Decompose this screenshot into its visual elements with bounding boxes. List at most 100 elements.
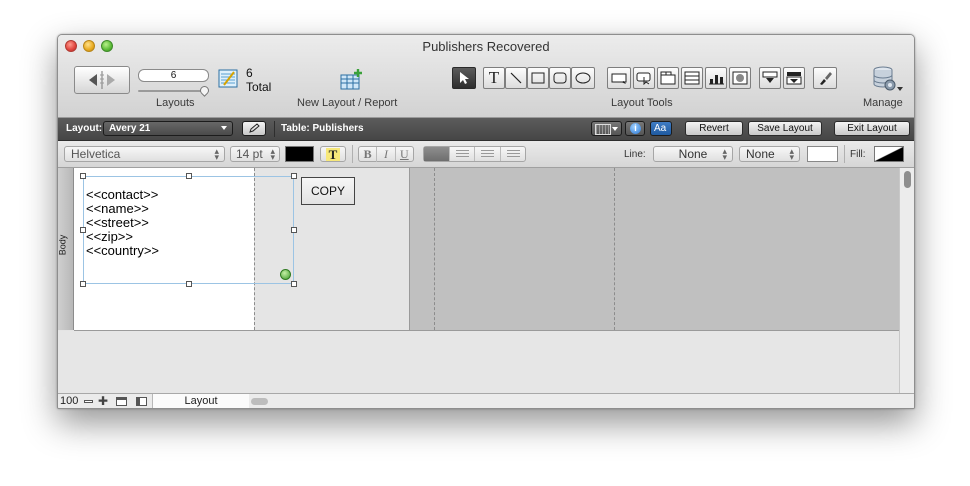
button-tool[interactable]: [633, 67, 655, 89]
selection-handle[interactable]: [186, 173, 192, 179]
sample-data-button[interactable]: Aa: [650, 121, 672, 136]
bold-button[interactable]: B: [359, 147, 376, 162]
field-picker-tool[interactable]: [759, 67, 781, 89]
new-layout-label: New Layout / Report: [297, 97, 398, 109]
tab-control-icon: [660, 71, 676, 85]
toggle-formatting-bar-icon[interactable]: [136, 397, 147, 406]
font-select-value: Helvetica: [71, 147, 121, 161]
web-viewer-icon: [732, 71, 748, 85]
selection-tool[interactable]: [452, 67, 476, 89]
exit-layout-button[interactable]: Exit Layout: [834, 121, 910, 136]
line-tool[interactable]: [505, 67, 527, 89]
web-viewer-tool[interactable]: [729, 67, 751, 89]
tab-control-tool[interactable]: [657, 67, 679, 89]
oval-tool[interactable]: [571, 67, 595, 89]
font-size-select[interactable]: 14 pt ▴ ▾: [230, 146, 280, 162]
rounded-rectangle-tool[interactable]: [549, 67, 571, 89]
rectangle-tool[interactable]: [527, 67, 549, 89]
part-tool[interactable]: [783, 67, 805, 89]
button-icon: [636, 72, 651, 85]
mode-indicator[interactable]: Layout: [152, 394, 250, 408]
text-color-swatch[interactable]: [285, 146, 314, 162]
line-color-swatch[interactable]: [807, 146, 838, 162]
text-tool[interactable]: T: [483, 67, 505, 89]
part-label-body: Body: [57, 234, 68, 256]
toggle-status-toolbar-icon[interactable]: [116, 397, 127, 406]
align-right-button[interactable]: [474, 147, 500, 161]
format-painter-tool[interactable]: [813, 67, 837, 89]
grid-icon: [595, 124, 611, 135]
selection-handle[interactable]: [291, 173, 297, 179]
conditional-formatting-badge-icon[interactable]: [280, 269, 291, 280]
line-width-select[interactable]: None ▴ ▾: [739, 146, 800, 162]
chart-tool[interactable]: [705, 67, 727, 89]
format-bar: Helvetica ▴ ▾ 14 pt ▴ ▾ T B I U Line: None…: [58, 141, 914, 168]
paintbrush-icon: [820, 72, 832, 85]
merge-field-text-block[interactable]: <<contact>> <<name>> <<street>> <<zip>> …: [83, 176, 294, 284]
chart-icon: [709, 75, 724, 85]
layout-select[interactable]: Avery 21: [103, 121, 233, 136]
highlight-color-button[interactable]: T: [320, 146, 346, 162]
updown-chevron-icon: ▴ ▾: [214, 146, 219, 162]
record-slider[interactable]: [138, 90, 209, 92]
layout-tools-label: Layout Tools: [611, 97, 673, 109]
portal-tool[interactable]: [681, 67, 703, 89]
merge-field-country: <<country>>: [86, 243, 159, 258]
selection-handle[interactable]: [291, 281, 297, 287]
field-tool[interactable]: [607, 67, 631, 89]
selection-handle[interactable]: [80, 173, 86, 179]
record-number-input[interactable]: 6: [138, 69, 209, 82]
updown-chevron-icon: ▴ ▾: [789, 146, 794, 162]
underline-button[interactable]: U: [394, 146, 413, 162]
record-total-count: 6: [246, 66, 253, 80]
copy-button-object[interactable]: COPY: [301, 177, 355, 205]
divider: [352, 145, 353, 163]
canvas-below-body: [58, 331, 914, 393]
vertical-scroll-thumb[interactable]: [904, 171, 911, 188]
horizontal-scroll-thumb[interactable]: [251, 398, 268, 405]
line-label: Line:: [624, 149, 646, 160]
merge-field-street: <<street>>: [86, 215, 149, 230]
database-manage-icon: [873, 66, 903, 91]
line-style-value: None: [678, 147, 708, 161]
fill-color-swatch[interactable]: [874, 146, 904, 162]
grid-options-button[interactable]: [591, 121, 622, 136]
zoom-in-icon[interactable]: ✚: [98, 395, 108, 407]
new-layout-button[interactable]: [339, 68, 365, 92]
inspector-button[interactable]: i: [625, 121, 645, 136]
layout-status-bar: Layout: Avery 21 Table: Publishers i Aa …: [58, 118, 914, 141]
filemaker-window: Publishers Recovered 6 6 Total Layouts N…: [57, 34, 915, 409]
layout-canvas-area: Body <<contact>> <<name>> <<street>> <<z…: [58, 168, 914, 393]
title-toolbar: Publishers Recovered 6 6 Total Layouts N…: [58, 35, 914, 118]
layout-nav-book[interactable]: [74, 66, 130, 94]
revert-button[interactable]: Revert: [685, 121, 743, 136]
selection-handle[interactable]: [80, 227, 86, 233]
edit-layout-name-button[interactable]: [242, 121, 266, 136]
record-total-label: Total: [246, 80, 272, 94]
save-layout-button[interactable]: Save Layout: [748, 121, 822, 136]
selection-handle[interactable]: [186, 281, 192, 287]
layout-label: Layout:: [66, 123, 103, 134]
align-center-button[interactable]: [448, 147, 474, 161]
record-slider-thumb[interactable]: [198, 84, 211, 97]
align-justify-button[interactable]: [499, 147, 525, 161]
field-picker-icon: [762, 71, 778, 83]
horizontal-scrollbar[interactable]: [249, 394, 914, 408]
layout-select-value: Avery 21: [109, 123, 151, 134]
selection-handle[interactable]: [291, 227, 297, 233]
rounded-rectangle-icon: [553, 72, 567, 84]
vertical-scrollbar[interactable]: [899, 168, 914, 393]
selection-handle[interactable]: [80, 281, 86, 287]
table-label: Table: Publishers: [281, 123, 364, 134]
oval-icon: [575, 72, 591, 84]
merge-field-contact: <<contact>>: [86, 187, 159, 202]
line-style-select[interactable]: None ▴ ▾: [653, 146, 733, 162]
manage-button[interactable]: [870, 65, 904, 93]
book-icon: [89, 71, 115, 89]
align-left-button[interactable]: [424, 147, 449, 161]
portal-icon: [684, 71, 700, 85]
italic-button[interactable]: I: [376, 146, 394, 162]
zoom-out-icon[interactable]: [84, 400, 93, 403]
font-select[interactable]: Helvetica ▴ ▾: [64, 146, 225, 162]
part-label-tab[interactable]: Body: [58, 168, 74, 330]
